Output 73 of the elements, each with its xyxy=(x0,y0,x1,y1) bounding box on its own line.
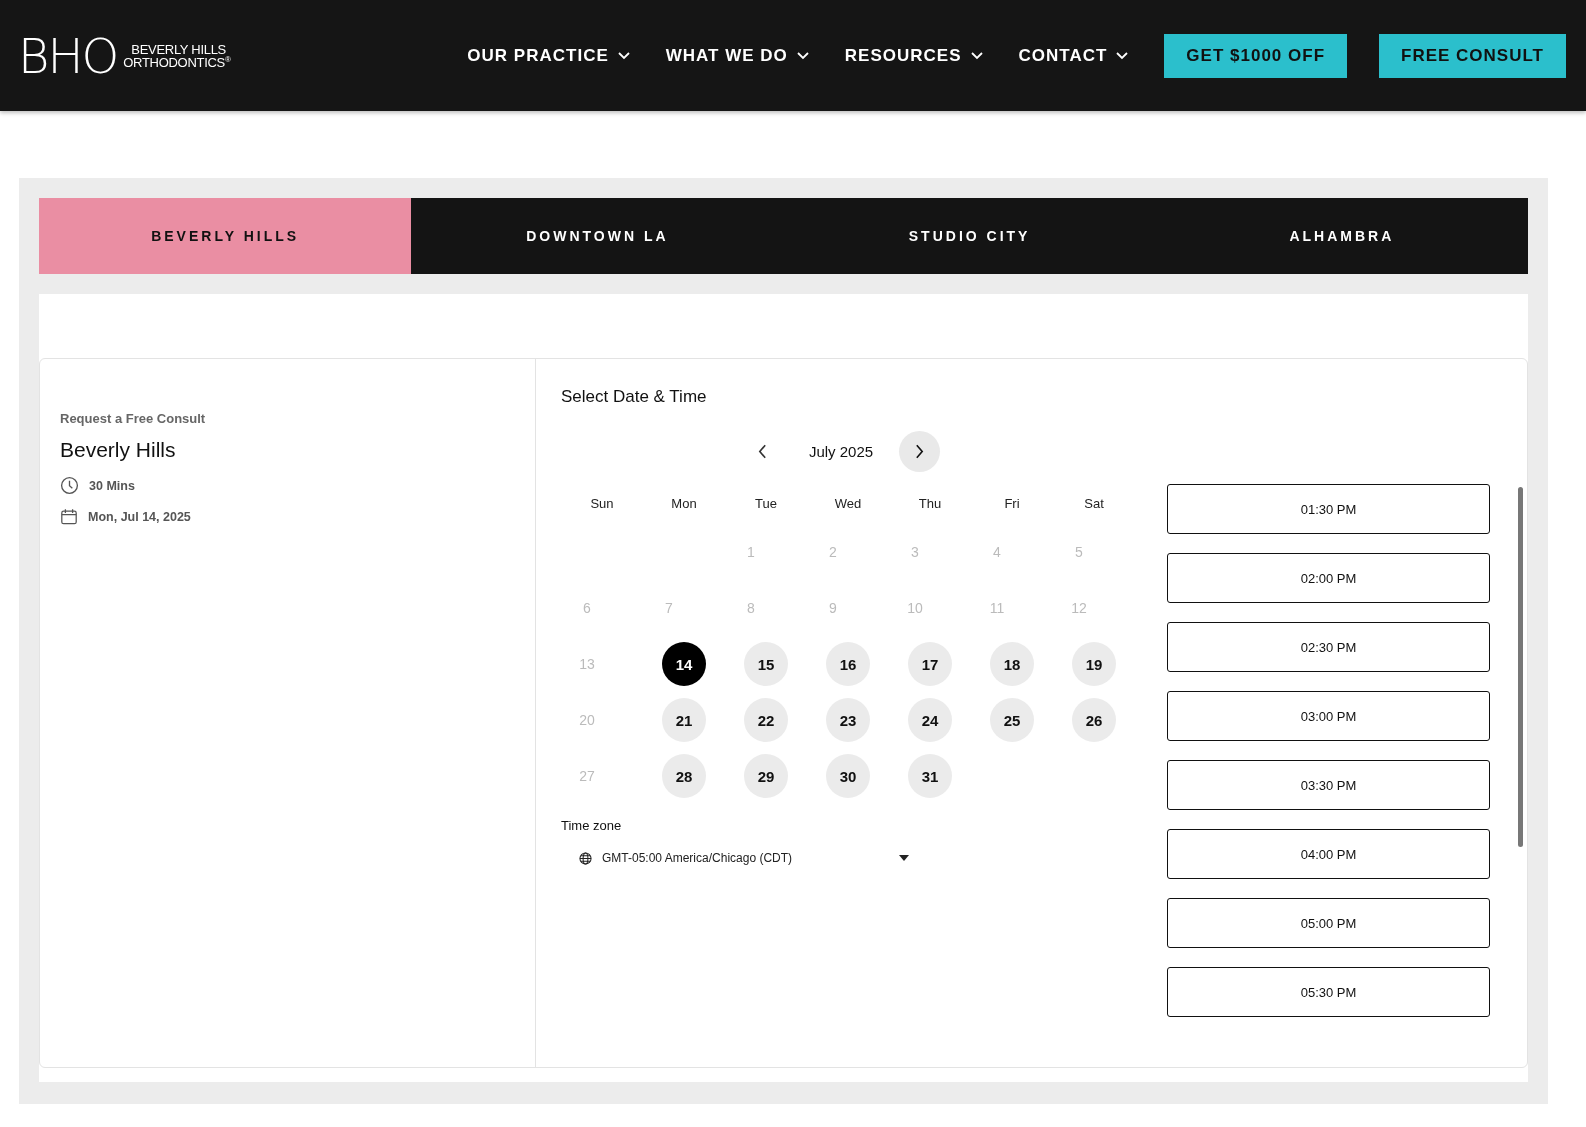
month-label: July 2025 xyxy=(808,443,874,460)
weekday-label: Wed xyxy=(833,494,863,513)
date-label: 7 xyxy=(665,600,673,616)
logo-text: BEVERLY HILLS xyxy=(130,42,226,56)
date-button[interactable]: 22 xyxy=(744,698,788,742)
date-label: 8 xyxy=(747,600,755,616)
time-slot-button[interactable]: 01:30 PM xyxy=(1167,484,1490,534)
logo-text: ORTHODONTICS xyxy=(123,55,225,69)
event-date: Mon, Jul 14, 2025 xyxy=(88,509,191,524)
registered-mark: ® xyxy=(224,55,231,64)
date-button[interactable]: 21 xyxy=(662,698,706,742)
date-label: 9 xyxy=(829,600,837,616)
date-label: 3 xyxy=(911,544,919,560)
globe-icon xyxy=(579,851,592,865)
date-label: 12 xyxy=(1071,600,1087,616)
time-slot-button[interactable]: 02:00 PM xyxy=(1167,553,1490,603)
weekday-label: Tue xyxy=(754,494,778,513)
timezone-label: Time zone xyxy=(561,818,623,833)
weekday-label: Thu xyxy=(917,494,943,513)
logo-mark: BHO xyxy=(18,31,118,80)
date-button[interactable]: 26 xyxy=(1072,698,1116,742)
date-button[interactable]: 17 xyxy=(908,642,952,686)
event-subtitle: Request a Free Consult xyxy=(60,411,207,426)
clock-icon xyxy=(60,476,79,495)
time-slot-button[interactable]: 04:00 PM xyxy=(1167,829,1490,879)
nav-link[interactable]: OUR PRACTICE xyxy=(467,45,630,66)
dropdown-arrow-icon xyxy=(899,855,909,861)
weekday-label: Sat xyxy=(1083,494,1105,513)
date-button[interactable]: 18 xyxy=(990,642,1034,686)
time-slot-button[interactable]: 03:00 PM xyxy=(1167,691,1490,741)
timezone-dropdown[interactable]: GMT-05:00 America/Chicago (CDT) xyxy=(579,851,909,865)
date-button[interactable]: 30 xyxy=(826,754,870,798)
date-label: 6 xyxy=(583,600,591,616)
date-label: 11 xyxy=(989,600,1005,616)
nav-link[interactable]: WHAT WE DO xyxy=(665,45,809,66)
cta-button[interactable]: GET $1000 OFF xyxy=(1164,33,1348,78)
date-button[interactable]: 19 xyxy=(1072,642,1116,686)
date-button[interactable]: 25 xyxy=(990,698,1034,742)
date-button[interactable]: 14 xyxy=(662,642,706,686)
scrollbar[interactable] xyxy=(1518,487,1523,847)
chevron-right-icon xyxy=(915,444,925,459)
nav-link[interactable]: RESOURCES xyxy=(844,45,983,66)
date-button[interactable]: 15 xyxy=(744,642,788,686)
event-title: Beverly Hills xyxy=(60,438,177,462)
date-button[interactable]: 23 xyxy=(826,698,870,742)
date-label: 5 xyxy=(1075,544,1083,560)
chevron-left-icon xyxy=(757,444,767,459)
time-slot-button[interactable]: 03:30 PM xyxy=(1167,760,1490,810)
time-slot-button[interactable]: 05:30 PM xyxy=(1167,967,1490,1017)
weekday-label: Mon xyxy=(670,494,698,513)
section-heading: Select Date & Time xyxy=(561,387,708,407)
date-button[interactable]: 28 xyxy=(662,754,706,798)
date-label: 2 xyxy=(829,544,837,560)
calendar-icon xyxy=(60,507,78,526)
weekday-label: Sun xyxy=(589,494,615,513)
date-label: 10 xyxy=(907,600,923,616)
date-label: 27 xyxy=(579,768,595,784)
date-button[interactable]: 24 xyxy=(908,698,952,742)
cta-button[interactable]: FREE CONSULT xyxy=(1379,33,1566,78)
location-tab[interactable]: BEVERLY HILLS xyxy=(39,198,412,274)
weekday-label: Fri xyxy=(1003,494,1021,513)
date-button[interactable]: 16 xyxy=(826,642,870,686)
nav-link[interactable]: CONTACT xyxy=(1018,45,1129,66)
event-duration: 30 Mins xyxy=(89,478,135,493)
date-label: 20 xyxy=(579,712,595,728)
date-button[interactable]: 31 xyxy=(908,754,952,798)
time-slot-button[interactable]: 05:00 PM xyxy=(1167,898,1490,948)
date-label: 1 xyxy=(747,544,755,560)
date-label: 13 xyxy=(579,656,595,672)
date-label: 4 xyxy=(993,544,1001,560)
date-button[interactable]: 29 xyxy=(744,754,788,798)
next-month-button[interactable] xyxy=(899,431,941,472)
time-slot-button[interactable]: 02:30 PM xyxy=(1167,622,1490,672)
